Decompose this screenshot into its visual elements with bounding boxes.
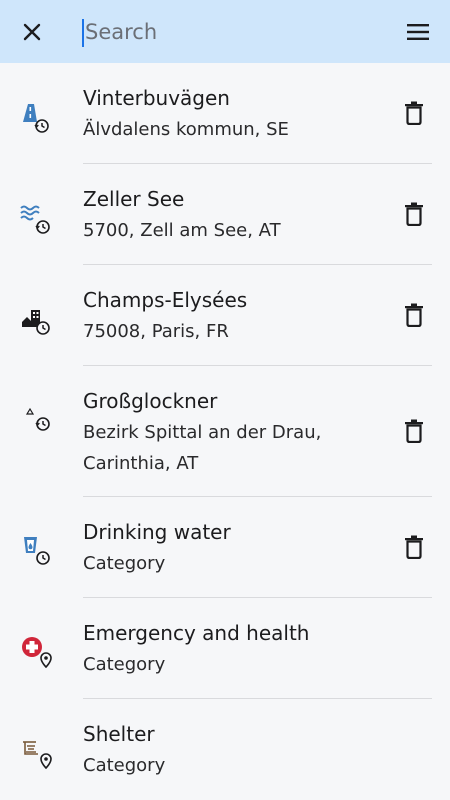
trash-icon	[405, 419, 423, 443]
item-title: Champs-Elysées	[83, 288, 248, 312]
close-button[interactable]	[12, 12, 52, 52]
list-item[interactable]: Großglockner Bezirk Spittal an der Drau,…	[0, 366, 450, 497]
item-subtitle: Bezirk Spittal an der Drau, Carinthia, A…	[83, 422, 322, 474]
item-title: Vinterbuvägen	[83, 86, 230, 110]
list-item[interactable]: Vinterbuvägen Älvdalens kommun, SE	[0, 63, 450, 164]
item-title: Emergency and health	[83, 621, 310, 645]
search-input[interactable]	[82, 14, 382, 50]
menu-icon	[407, 24, 429, 40]
road-history-icon	[18, 98, 58, 138]
peak-history-icon	[18, 401, 58, 441]
item-subtitle: Category	[83, 755, 166, 776]
list-item[interactable]: Shelter Category	[0, 699, 450, 800]
text-cursor	[82, 19, 84, 47]
drinking-water-history-icon	[18, 532, 58, 572]
trash-icon	[405, 535, 423, 559]
trash-icon	[405, 303, 423, 327]
trash-icon	[405, 202, 423, 226]
list-item[interactable]: Emergency and health Category	[0, 598, 450, 699]
item-subtitle: 75008, Paris, FR	[83, 321, 229, 342]
item-title: Zeller See	[83, 187, 185, 211]
trash-icon	[405, 101, 423, 125]
item-title: Shelter	[83, 722, 155, 746]
list-item[interactable]: Drinking water Category	[0, 497, 450, 598]
water-history-icon	[18, 199, 58, 239]
item-subtitle: Älvdalens kommun, SE	[83, 119, 289, 140]
search-history-list: Vinterbuvägen Älvdalens kommun, SE Zelle…	[0, 63, 450, 800]
city-history-icon	[18, 300, 58, 340]
delete-button[interactable]	[400, 417, 428, 445]
delete-button[interactable]	[400, 301, 428, 329]
list-item[interactable]: Zeller See 5700, Zell am See, AT	[0, 164, 450, 265]
delete-button[interactable]	[400, 99, 428, 127]
item-subtitle: 5700, Zell am See, AT	[83, 220, 281, 241]
emergency-pin-icon	[18, 633, 58, 673]
item-subtitle: Category	[83, 654, 166, 675]
item-title: Großglockner	[83, 389, 218, 413]
delete-button[interactable]	[400, 200, 428, 228]
item-subtitle: Category	[83, 553, 166, 574]
search-field[interactable]	[82, 14, 382, 50]
search-toolbar	[0, 0, 450, 63]
shelter-pin-icon	[18, 734, 58, 774]
delete-button[interactable]	[400, 533, 428, 561]
list-item[interactable]: Champs-Elysées 75008, Paris, FR	[0, 265, 450, 366]
item-title: Drinking water	[83, 520, 231, 544]
menu-button[interactable]	[398, 12, 438, 52]
close-icon	[23, 23, 41, 41]
